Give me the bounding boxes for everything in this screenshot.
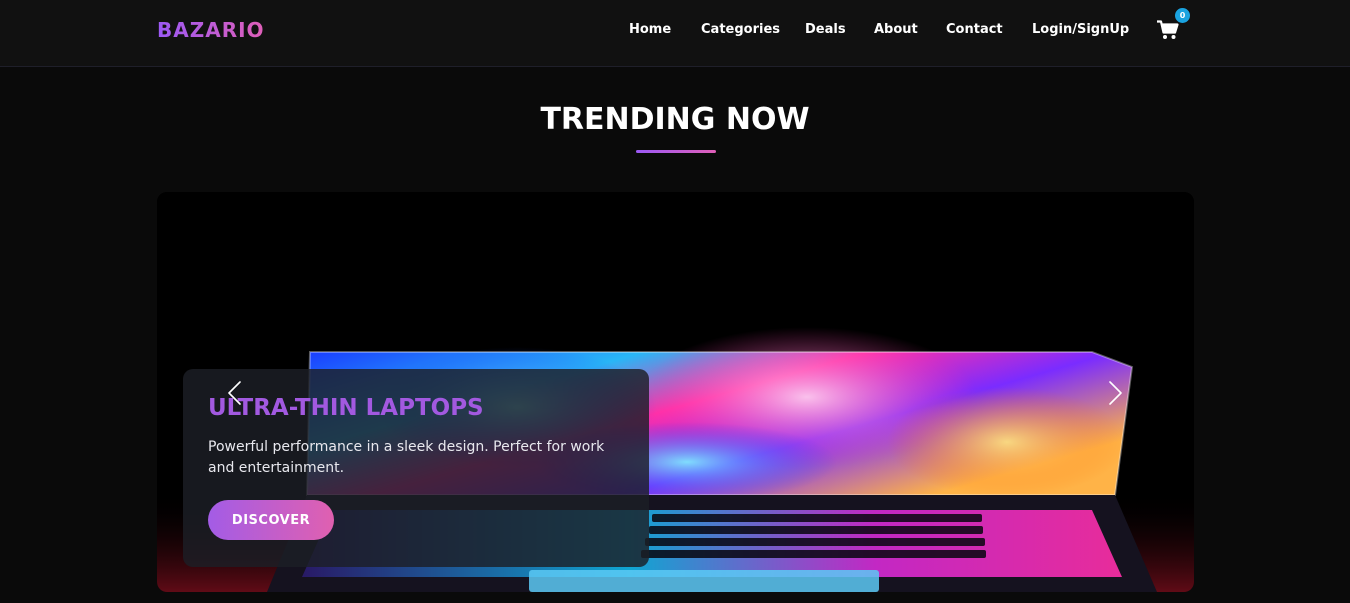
nav-link-deals[interactable]: Deals <box>805 22 846 37</box>
nav-link-home[interactable]: Home <box>629 22 671 37</box>
brand-logo[interactable]: BAZARIO <box>157 18 265 42</box>
chevron-left-icon[interactable] <box>224 380 246 406</box>
nav-link-about[interactable]: About <box>874 22 918 37</box>
discover-button[interactable]: DISCOVER <box>208 500 334 540</box>
top-navbar: BAZARIO Home Categories Deals About Cont… <box>0 0 1350 67</box>
chevron-right-icon[interactable] <box>1104 380 1126 406</box>
title-underline <box>636 150 716 153</box>
hero-carousel: ULTRA-THIN LAPTOPS Powerful performance … <box>157 192 1194 592</box>
cart-icon[interactable] <box>1157 20 1179 40</box>
nav-link-contact[interactable]: Contact <box>946 22 1003 37</box>
slide-title: ULTRA-THIN LAPTOPS <box>208 395 484 421</box>
cart-count-badge: 0 <box>1175 8 1190 23</box>
slide-caption-card: ULTRA-THIN LAPTOPS Powerful performance … <box>183 369 649 567</box>
nav-link-login-signup[interactable]: Login/SignUp <box>1032 22 1129 37</box>
section-title: TRENDING NOW <box>540 102 810 137</box>
slide-description: Powerful performance in a sleek design. … <box>208 439 605 476</box>
nav-link-categories[interactable]: Categories <box>701 22 780 37</box>
